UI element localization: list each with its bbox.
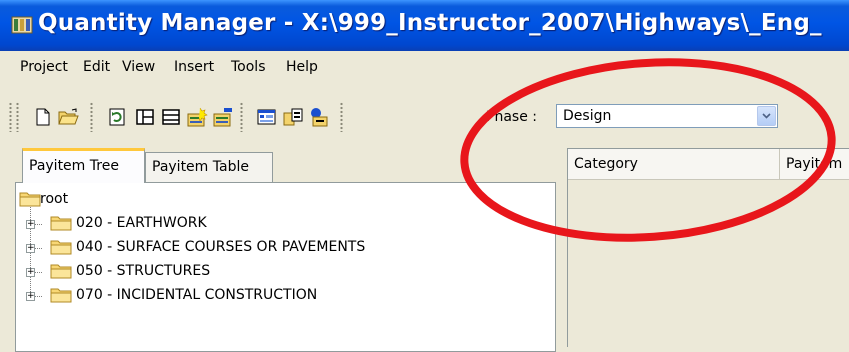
split-pane-icon[interactable] xyxy=(132,104,158,130)
folder-icon xyxy=(50,288,72,303)
tree-node-label: 050 - STRUCTURES xyxy=(76,263,211,279)
tree-node-label: 040 - SURFACE COURSES OR PAVEMENTS xyxy=(76,239,366,255)
column-header-payitem[interactable]: Payitem xyxy=(780,149,849,179)
tab-payitem-table[interactable]: Payitem Table xyxy=(145,152,273,182)
menu-project[interactable]: Project xyxy=(20,59,68,75)
tree-guide-line xyxy=(35,224,43,225)
folder-icon xyxy=(19,192,41,207)
toolbar-separator xyxy=(340,102,343,132)
new-document-icon[interactable] xyxy=(30,104,56,130)
tree-guide-line xyxy=(35,272,43,273)
toolbar-separator xyxy=(240,102,243,132)
report-icon[interactable] xyxy=(254,104,280,130)
expand-icon[interactable]: + xyxy=(26,244,35,253)
tree-guide-line xyxy=(35,248,43,249)
tab-payitem-tree[interactable]: Payitem Tree xyxy=(22,148,145,183)
phase-label: Phase : xyxy=(486,109,537,125)
list-view-icon[interactable] xyxy=(158,104,184,130)
folder-icon xyxy=(50,240,72,255)
toolbar-grip[interactable] xyxy=(16,102,19,132)
import-icon[interactable] xyxy=(306,104,332,130)
open-folder-icon[interactable] xyxy=(56,104,82,130)
menu-view[interactable]: View xyxy=(122,59,155,75)
tree-node-root[interactable]: root xyxy=(16,191,136,213)
chevron-down-icon[interactable] xyxy=(757,106,776,126)
title-bar: Quantity Manager - X:\999_Instructor_200… xyxy=(0,0,849,51)
menu-edit[interactable]: Edit xyxy=(83,59,110,75)
menu-tools[interactable]: Tools xyxy=(231,59,266,75)
toolbar: Phase : Design xyxy=(0,84,849,148)
remove-item-icon[interactable] xyxy=(210,104,236,130)
phase-selected-value: Design xyxy=(563,108,612,124)
menu-help[interactable]: Help xyxy=(286,59,318,75)
toolbar-grip[interactable] xyxy=(9,102,12,132)
refresh-icon[interactable] xyxy=(104,104,130,130)
tree-node[interactable]: + 070 - INCIDENTAL CONSTRUCTION xyxy=(16,286,436,308)
payitem-tree[interactable]: root + 020 - EARTHWORK + 040 - SURFACE C… xyxy=(15,182,556,352)
menu-insert[interactable]: Insert xyxy=(174,59,214,75)
app-icon xyxy=(11,15,33,35)
phase-dropdown[interactable]: Design xyxy=(556,104,778,128)
menu-bar: Project Edit View Insert Tools Help xyxy=(0,51,849,84)
expand-icon[interactable]: + xyxy=(26,220,35,229)
tree-node-label: 020 - EARTHWORK xyxy=(76,215,207,231)
tree-node-label: root xyxy=(40,191,69,207)
expand-icon[interactable]: + xyxy=(26,268,35,277)
add-item-icon[interactable] xyxy=(184,104,210,130)
expand-icon[interactable]: + xyxy=(26,292,35,301)
folder-icon xyxy=(50,216,72,231)
tab-label: Payitem Table xyxy=(152,159,249,175)
tab-label: Payitem Tree xyxy=(29,158,119,174)
tree-node[interactable]: + 020 - EARTHWORK xyxy=(16,214,316,236)
tree-guide-line xyxy=(35,296,43,297)
export-icon[interactable] xyxy=(280,104,306,130)
folder-icon xyxy=(50,264,72,279)
toolbar-separator xyxy=(90,102,93,132)
tree-node[interactable]: + 050 - STRUCTURES xyxy=(16,262,316,284)
window-title: Quantity Manager - X:\999_Instructor_200… xyxy=(38,10,822,36)
payitem-table-panel: Category Payitem xyxy=(567,148,849,347)
tree-node-label: 070 - INCIDENTAL CONSTRUCTION xyxy=(76,287,318,303)
table-header: Category Payitem xyxy=(568,149,849,180)
tree-node[interactable]: + 040 - SURFACE COURSES OR PAVEMENTS xyxy=(16,238,476,260)
column-header-category[interactable]: Category xyxy=(568,149,780,179)
